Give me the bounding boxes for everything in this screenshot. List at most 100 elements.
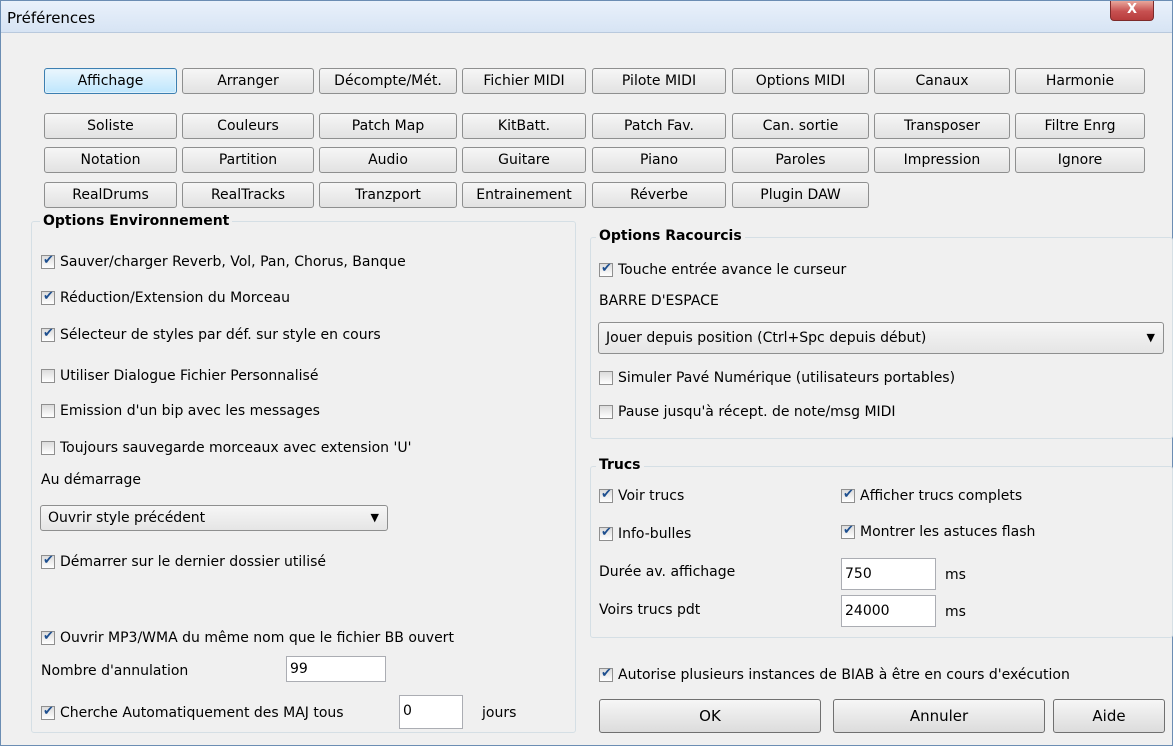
song-reduce-extend-checkbox-row[interactable]: Réduction/Extension du Morceau xyxy=(41,289,290,306)
tab-options-midi[interactable]: Options MIDI xyxy=(732,68,869,94)
spacebar-dropdown[interactable]: Jouer depuis position (Ctrl+Spc depuis d… xyxy=(598,322,1164,354)
tip-show-unit: ms xyxy=(945,604,966,620)
tab-transposer[interactable]: Transposer xyxy=(874,113,1010,139)
tips-title: Trucs xyxy=(596,457,644,473)
cancel-button[interactable]: Annuler xyxy=(833,699,1045,733)
tab-patch-map[interactable]: Patch Map xyxy=(319,113,457,139)
checkbox-checked-icon[interactable] xyxy=(599,666,613,682)
tab-canaux[interactable]: Canaux xyxy=(874,68,1010,94)
tab-can-sortie[interactable]: Can. sortie xyxy=(732,113,869,139)
startup-label: Au démarrage xyxy=(41,472,141,488)
checkbox-icon[interactable] xyxy=(41,404,55,418)
checkbox-checked-icon[interactable] xyxy=(41,553,55,569)
beep-messages-checkbox-row[interactable]: Emission d'un bip avec les messages xyxy=(41,403,320,419)
flash-tips-checkbox-row[interactable]: Montrer les astuces flash xyxy=(841,523,1035,540)
undo-count-label: Nombre d'annulation xyxy=(41,663,189,679)
tab-reverbe[interactable]: Réverbe xyxy=(592,182,726,208)
tab-patch-fav[interactable]: Patch Fav. xyxy=(592,113,726,139)
tab-notation[interactable]: Notation xyxy=(44,147,177,173)
checkbox-label: Toujours sauvegarde morceaux avec extens… xyxy=(60,440,412,456)
tab-audio[interactable]: Audio xyxy=(319,147,457,173)
tab-arranger[interactable]: Arranger xyxy=(182,68,314,94)
checkbox-checked-icon[interactable] xyxy=(41,326,55,342)
tab-plugin-daw[interactable]: Plugin DAW xyxy=(732,182,869,208)
checkbox-label: Touche entrée avance le curseur xyxy=(618,262,847,278)
tab-guitare[interactable]: Guitare xyxy=(462,147,586,173)
tab-ignore[interactable]: Ignore xyxy=(1015,147,1145,173)
checkbox-label: Utiliser Dialogue Fichier Personnalisé xyxy=(60,368,319,384)
tip-delay-unit: ms xyxy=(945,567,966,583)
checkbox-checked-icon[interactable] xyxy=(41,704,55,720)
close-button[interactable]: X xyxy=(1110,1,1154,21)
ok-button[interactable]: OK xyxy=(599,699,821,733)
pause-midi-checkbox-row[interactable]: Pause jusqu'à récept. de note/msg MIDI xyxy=(599,404,896,420)
tab-filtre-enrg[interactable]: Filtre Enrg xyxy=(1015,113,1145,139)
multi-instance-checkbox-row[interactable]: Autorise plusieurs instances de BIAB à ê… xyxy=(599,666,1070,683)
days-unit-label: jours xyxy=(482,705,517,721)
tab-partition[interactable]: Partition xyxy=(182,147,314,173)
tab-kitbatt[interactable]: KitBatt. xyxy=(462,113,586,139)
checkbox-label: Sauver/charger Reverb, Vol, Pan, Chorus,… xyxy=(60,254,406,270)
tab-affichage[interactable]: Affichage xyxy=(44,68,177,94)
window-title: Préférences xyxy=(7,9,96,27)
tab-pilote-midi[interactable]: Pilote MIDI xyxy=(592,68,726,94)
undo-count-field[interactable]: 99 xyxy=(286,656,386,682)
update-days-field[interactable]: 0 xyxy=(399,695,463,729)
tab-couleurs[interactable]: Couleurs xyxy=(182,113,314,139)
custom-file-dialog-checkbox-row[interactable]: Utiliser Dialogue Fichier Personnalisé xyxy=(41,368,318,384)
checkbox-label: Info-bulles xyxy=(618,526,692,542)
tab-realdrums[interactable]: RealDrums xyxy=(44,182,177,208)
checkbox-checked-icon[interactable] xyxy=(841,487,855,503)
tip-delay-field[interactable]: 750 xyxy=(841,558,936,590)
dropdown-arrow-icon[interactable]: ▼ xyxy=(371,506,379,530)
checkbox-checked-icon[interactable] xyxy=(41,289,55,305)
tab-entrainement[interactable]: Entrainement xyxy=(462,182,586,208)
tab-realtracks[interactable]: RealTracks xyxy=(182,182,314,208)
open-mp3-wma-checkbox-row[interactable]: Ouvrir MP3/WMA du même nom que le fichie… xyxy=(41,629,454,646)
title-bar: Préférences X xyxy=(1,1,1172,33)
save-load-reverb-checkbox-row[interactable]: Sauver/charger Reverb, Vol, Pan, Chorus,… xyxy=(41,253,406,270)
save-u-extension-checkbox-row[interactable]: Toujours sauvegarde morceaux avec extens… xyxy=(41,440,411,456)
tab-impression[interactable]: Impression xyxy=(874,147,1010,173)
full-tips-checkbox-row[interactable]: Afficher trucs complets xyxy=(841,487,1022,504)
spacebar-label: BARRE D'ESPACE xyxy=(599,293,719,309)
checkbox-label: Cherche Automatiquement des MAJ tous xyxy=(60,705,344,721)
start-last-folder-checkbox-row[interactable]: Démarrer sur le dernier dossier utilisé xyxy=(41,553,326,570)
checkbox-label: Emission d'un bip avec les messages xyxy=(60,403,320,419)
numeric-keypad-checkbox-row[interactable]: Simuler Pavé Numérique (utilisateurs por… xyxy=(599,370,955,386)
checkbox-label: Ouvrir MP3/WMA du même nom que le fichie… xyxy=(60,630,454,646)
checkbox-checked-icon[interactable] xyxy=(599,261,613,277)
tab-soliste[interactable]: Soliste xyxy=(44,113,177,139)
dropdown-arrow-icon[interactable]: ▼ xyxy=(1147,323,1155,353)
tab-harmonie[interactable]: Harmonie xyxy=(1015,68,1145,94)
auto-update-checkbox-row[interactable]: Cherche Automatiquement des MAJ tous xyxy=(41,704,344,721)
checkbox-checked-icon[interactable] xyxy=(599,487,613,503)
enter-advances-cursor-checkbox-row[interactable]: Touche entrée avance le curseur xyxy=(599,261,847,278)
spacebar-value: Jouer depuis position (Ctrl+Spc depuis d… xyxy=(606,330,927,346)
tab-piano[interactable]: Piano xyxy=(592,147,726,173)
help-button[interactable]: Aide xyxy=(1053,699,1165,733)
checkbox-icon[interactable] xyxy=(599,405,613,419)
checkbox-label: Autorise plusieurs instances de BIAB à ê… xyxy=(618,667,1070,683)
checkbox-icon[interactable] xyxy=(599,371,613,385)
checkbox-label: Réduction/Extension du Morceau xyxy=(60,290,290,306)
checkbox-checked-icon[interactable] xyxy=(41,253,55,269)
checkbox-checked-icon[interactable] xyxy=(599,525,613,541)
checkbox-checked-icon[interactable] xyxy=(841,523,855,539)
environment-options-title: Options Environnement xyxy=(40,213,233,229)
checkbox-label: Sélecteur de styles par déf. sur style e… xyxy=(60,327,381,343)
startup-dropdown[interactable]: Ouvrir style précédent ▼ xyxy=(40,505,388,531)
checkbox-icon[interactable] xyxy=(41,441,55,455)
tooltips-checkbox-row[interactable]: Info-bulles xyxy=(599,525,692,542)
preferences-window: Préférences X Affichage Arranger Décompt… xyxy=(0,0,1173,746)
show-tips-checkbox-row[interactable]: Voir trucs xyxy=(599,487,684,504)
checkbox-icon[interactable] xyxy=(41,369,55,383)
checkbox-checked-icon[interactable] xyxy=(41,629,55,645)
tab-decompte-met[interactable]: Décompte/Mét. xyxy=(319,68,457,94)
tab-fichier-midi[interactable]: Fichier MIDI xyxy=(462,68,586,94)
style-picker-default-checkbox-row[interactable]: Sélecteur de styles par déf. sur style e… xyxy=(41,326,381,343)
tip-show-field[interactable]: 24000 xyxy=(841,595,936,627)
tab-tranzport[interactable]: Tranzport xyxy=(319,182,457,208)
shortcut-options-title: Options Racourcis xyxy=(596,228,745,244)
tab-paroles[interactable]: Paroles xyxy=(732,147,869,173)
